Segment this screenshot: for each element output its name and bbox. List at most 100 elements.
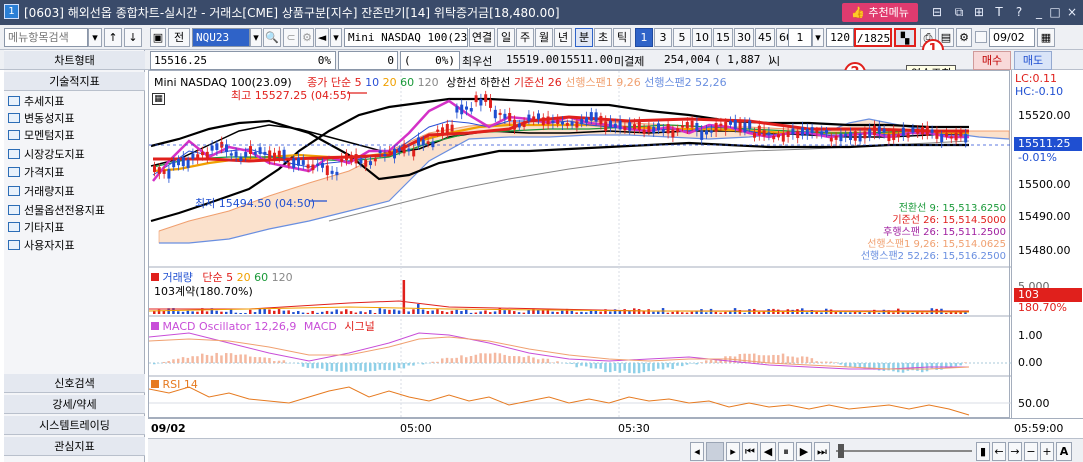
timeframe-second[interactable]: 초	[594, 28, 612, 47]
gear-icon[interactable]: ⚙	[956, 28, 972, 47]
scroll-back-icon[interactable]: ←	[992, 442, 1006, 461]
connect-button[interactable]: 연결	[469, 28, 495, 47]
sidebar-item-other[interactable]: 기타지표	[8, 219, 64, 236]
candle	[738, 122, 742, 132]
volume-bar	[479, 311, 482, 314]
interval-1[interactable]: 1	[635, 28, 653, 47]
macd-histogram-bar	[244, 354, 247, 363]
candle	[546, 116, 550, 125]
candle	[258, 147, 262, 155]
macd-histogram-bar	[349, 363, 353, 371]
macd-histogram-bar	[513, 356, 516, 363]
interval-select[interactable]: 1	[788, 28, 812, 47]
interval-dropdown-icon[interactable]: ▾	[812, 28, 824, 47]
count-input[interactable]: 120	[826, 28, 854, 47]
sidebar-item-momentum[interactable]: 모멘텀지표	[8, 127, 75, 144]
scroll-last-icon[interactable]: ⏭	[814, 442, 830, 461]
zoom-in-icon[interactable]: +	[1040, 442, 1054, 461]
volume-bar	[393, 309, 396, 314]
timeframe-week[interactable]: 주	[516, 28, 534, 47]
timeframe-tick[interactable]: 틱	[613, 28, 631, 47]
zoom-slider-handle[interactable]	[838, 444, 844, 458]
sidebar-item-volume[interactable]: 거래량지표	[8, 183, 75, 200]
date-input[interactable]: 09/02	[989, 28, 1035, 47]
candle	[493, 109, 497, 119]
scroll-next-icon[interactable]: ▶	[796, 442, 812, 461]
x-label-end-time: 05:59:00	[1014, 422, 1064, 435]
window-list-icon[interactable]: ⊞	[970, 3, 988, 21]
interval-30[interactable]: 30	[734, 28, 754, 47]
maximize-icon[interactable]: □	[1046, 3, 1064, 21]
tab-signal-search[interactable]: 신호검색	[4, 374, 145, 393]
scroll-right-icon[interactable]: ▸	[726, 442, 740, 461]
macd-histogram-bar	[469, 356, 473, 363]
search-icon[interactable]: 🔍	[263, 28, 281, 47]
sidebar-item-futures-options[interactable]: 선물옵션전용지표	[8, 202, 105, 219]
macd-histogram-bar	[589, 363, 593, 369]
text-size-icon[interactable]: T	[990, 3, 1008, 21]
scroll-forward-icon[interactable]: →	[1008, 442, 1022, 461]
sidebar-item-volatility[interactable]: 변동성지표	[8, 110, 75, 127]
menu-search-input[interactable]	[4, 28, 88, 47]
continuous-query-button[interactable]: ▚	[894, 28, 916, 47]
speaker-icon[interactable]: ◄	[315, 28, 329, 47]
font-size-icon[interactable]: A	[1056, 442, 1072, 461]
macd-histogram-bar	[229, 353, 233, 363]
help-icon[interactable]: ?	[1010, 3, 1028, 21]
tab-bull-bear[interactable]: 강세/약세	[4, 395, 145, 414]
timeframe-month[interactable]: 월	[535, 28, 553, 47]
copy-icon[interactable]: ⧉	[950, 3, 968, 21]
macd-histogram-bar	[580, 363, 583, 366]
macd-histogram-bar	[301, 363, 305, 367]
tab-favorite-indicators[interactable]: 관심지표	[4, 437, 145, 456]
interval-5[interactable]: 5	[673, 28, 691, 47]
sidebar-item-user[interactable]: 사용자지표	[8, 237, 75, 254]
interval-45[interactable]: 45	[755, 28, 775, 47]
recommend-menu-button[interactable]: 👍 추천메뉴	[842, 3, 918, 22]
scrollbar-thumb[interactable]	[706, 442, 724, 461]
settings-small-icon[interactable]: ⚙	[300, 28, 314, 47]
macd-histogram-bar	[796, 357, 799, 363]
grid-icon[interactable]: ▦	[152, 93, 165, 105]
interval-3[interactable]: 3	[654, 28, 672, 47]
macd-histogram-bar	[388, 363, 391, 371]
timeframe-day[interactable]: 일	[497, 28, 515, 47]
pause-icon[interactable]: ⏸	[778, 442, 794, 461]
interval-15[interactable]: 15	[713, 28, 733, 47]
zoom-slider-track[interactable]	[836, 450, 972, 452]
timeframe-year[interactable]: 년	[554, 28, 572, 47]
timeframe-minute[interactable]: 분	[575, 28, 593, 47]
tab-system-trading[interactable]: 시스템트레이딩	[4, 416, 145, 435]
arrow-down-icon[interactable]: ↓	[124, 28, 142, 47]
scroll-prev-icon[interactable]: ◀	[760, 442, 776, 461]
sidebar-item-market-strength[interactable]: 시장강도지표	[8, 146, 85, 163]
code-input[interactable]: NQU23	[192, 28, 250, 47]
sidebar-item-price[interactable]: 가격지표	[8, 164, 64, 181]
period-select[interactable]: 전	[168, 28, 190, 47]
window-restore-icon[interactable]: ⊟	[928, 3, 946, 21]
speaker-dropdown-icon[interactable]: ▾	[330, 28, 342, 47]
code-dropdown-icon[interactable]: ▾	[250, 28, 262, 47]
chart-settings-icon[interactable]: ▣	[150, 28, 166, 47]
search-dropdown-icon[interactable]: ▾	[88, 28, 102, 47]
scroll-left-icon[interactable]: ◂	[690, 442, 704, 461]
sell-button[interactable]: 매도	[1014, 51, 1052, 70]
interval-10[interactable]: 10	[692, 28, 712, 47]
arrow-up-icon[interactable]: ↑	[104, 28, 122, 47]
rsi-line	[149, 386, 970, 416]
chart-area[interactable]: Mini NASDAQ 100(23.09) 종가 단순 5 10 20 60 …	[148, 70, 1011, 419]
calendar-icon[interactable]: ▦	[1037, 28, 1055, 47]
chart-type-icon[interactable]: ▮	[976, 442, 990, 461]
zoom-out-icon[interactable]: −	[1024, 442, 1038, 461]
candle	[676, 128, 680, 132]
date-checkbox[interactable]	[975, 31, 987, 43]
scroll-first-icon[interactable]: ⏮	[742, 442, 758, 461]
macd-histogram-bar	[445, 357, 449, 363]
tech-indicator-header[interactable]: 기술적지표	[4, 72, 145, 91]
buy-button[interactable]: 매수	[973, 51, 1011, 70]
sidebar-item-trend[interactable]: 추세지표	[8, 93, 64, 110]
link-icon[interactable]: ⊂	[283, 28, 299, 47]
macd-histogram-bar	[340, 363, 343, 372]
close-icon[interactable]: ×	[1063, 3, 1081, 21]
chart-type-header[interactable]: 차트형태	[4, 51, 145, 70]
